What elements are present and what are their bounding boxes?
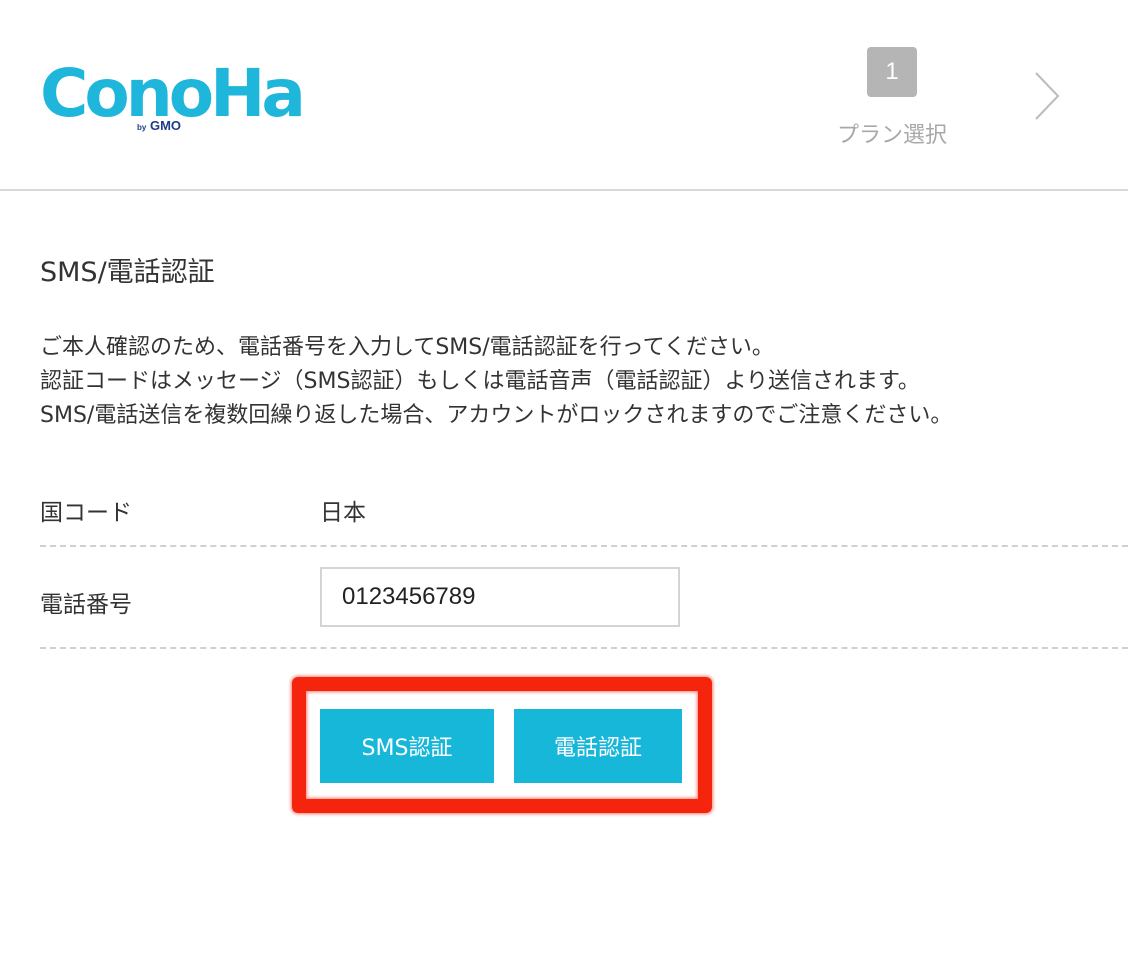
sms-auth-button[interactable]: SMS認証 [320,709,494,783]
phone-number-label: 電話番号 [40,592,132,618]
logo-brand-text: GMO [149,118,182,133]
step-label: プラン選択 [836,123,947,148]
country-code-row: 国コード 日本 [40,470,1128,547]
step-number: 1 [867,47,917,97]
page-title: SMS/電話認証 [40,257,215,288]
phone-number-row: 電話番号 [40,547,1128,649]
logo-by-gmo: by GMO [135,118,184,133]
country-code-value: 日本 [320,500,366,526]
conoha-logo[interactable]: ConoHa by GMO [40,56,306,136]
phone-auth-button[interactable]: 電話認証 [514,709,682,783]
phone-number-input[interactable] [320,567,680,627]
description: ご本人確認のため、電話番号を入力してSMS/電話認証を行ってください。 認証コー… [40,331,952,433]
country-code-label: 国コード [40,500,132,526]
description-line: ご本人確認のため、電話番号を入力してSMS/電話認証を行ってください。 [40,335,774,360]
header: ConoHa by GMO 1 プラン選択 [0,0,1128,191]
step-plan-selection: 1 プラン選択 [832,47,952,149]
chevron-right-icon [1035,72,1060,120]
logo-by-text: by [137,123,147,132]
description-line: 認証コードはメッセージ（SMS認証）もしくは電話音声（電話認証）より送信されます… [40,369,920,394]
description-line: SMS/電話送信を複数回繰り返した場合、アカウントがロックされますのでご注意くだ… [40,403,953,428]
